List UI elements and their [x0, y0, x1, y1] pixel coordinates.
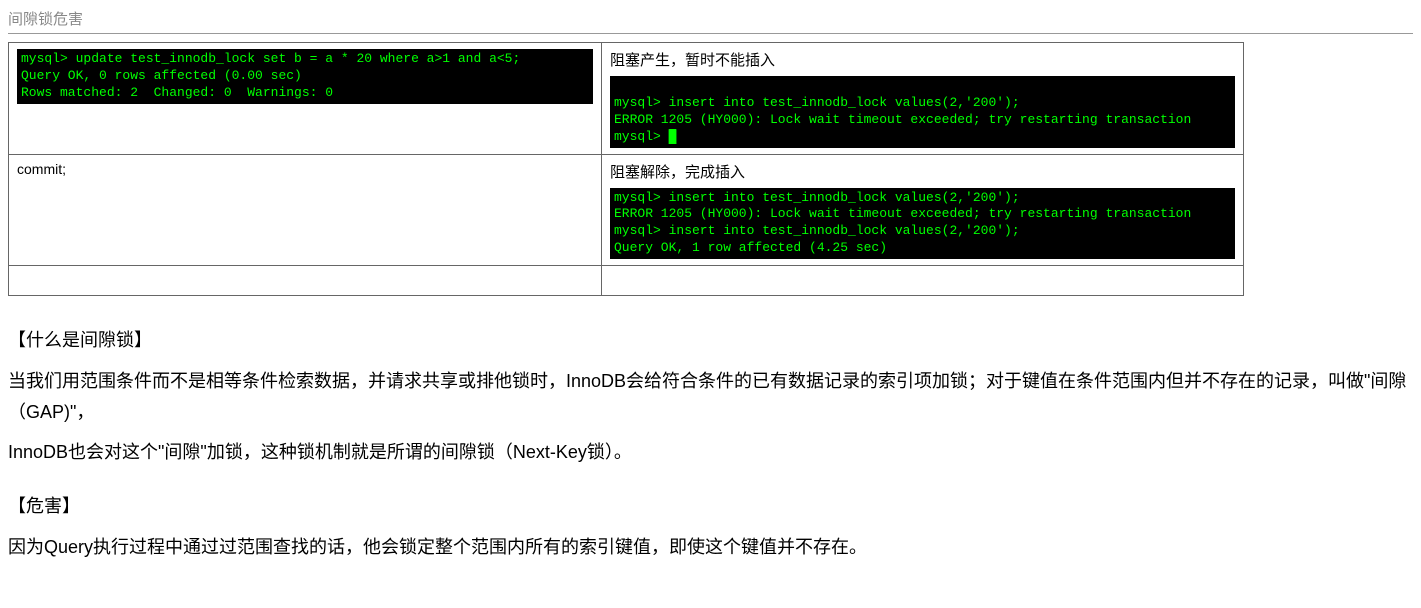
- cell-label: 阻塞产生，暂时不能插入: [610, 49, 1235, 70]
- section-heading-harm: 【危害】: [8, 492, 1413, 518]
- cell-left-1: mysql> update test_innodb_lock set b = a…: [9, 43, 602, 155]
- lock-demo-table: mysql> update test_innodb_lock set b = a…: [8, 42, 1244, 296]
- cell-empty-right: [601, 266, 1243, 296]
- table-row: mysql> update test_innodb_lock set b = a…: [9, 43, 1244, 155]
- divider: [8, 33, 1413, 34]
- cell-right-1: 阻塞产生，暂时不能插入 mysql> insert into test_inno…: [601, 43, 1243, 155]
- body-paragraph: 因为Query执行过程中通过过范围查找的话，他会锁定整个范围内所有的索引键值，即…: [8, 532, 1413, 563]
- cell-label: 阻塞解除，完成插入: [610, 161, 1235, 182]
- cell-empty-left: [9, 266, 602, 296]
- body-paragraph: InnoDB也会对这个"间隙"加锁，这种锁机制就是所谓的间隙锁（Next-Key…: [8, 437, 1413, 468]
- terminal-output: mysql> insert into test_innodb_lock valu…: [610, 188, 1235, 260]
- terminal-output: mysql> update test_innodb_lock set b = a…: [17, 49, 593, 104]
- terminal-output: mysql> insert into test_innodb_lock valu…: [610, 76, 1235, 148]
- page-title: 间隙锁危害: [8, 8, 1413, 29]
- commit-text: commit;: [17, 161, 66, 177]
- table-row: [9, 266, 1244, 296]
- cell-left-2: commit;: [9, 154, 602, 266]
- table-row: commit; 阻塞解除，完成插入 mysql> insert into tes…: [9, 154, 1244, 266]
- section-heading-what: 【什么是间隙锁】: [8, 326, 1413, 352]
- cell-right-2: 阻塞解除，完成插入 mysql> insert into test_innodb…: [601, 154, 1243, 266]
- terminal-cursor-icon: █: [669, 129, 677, 144]
- body-paragraph: 当我们用范围条件而不是相等条件检索数据，并请求共享或排他锁时，InnoDB会给符…: [8, 366, 1413, 427]
